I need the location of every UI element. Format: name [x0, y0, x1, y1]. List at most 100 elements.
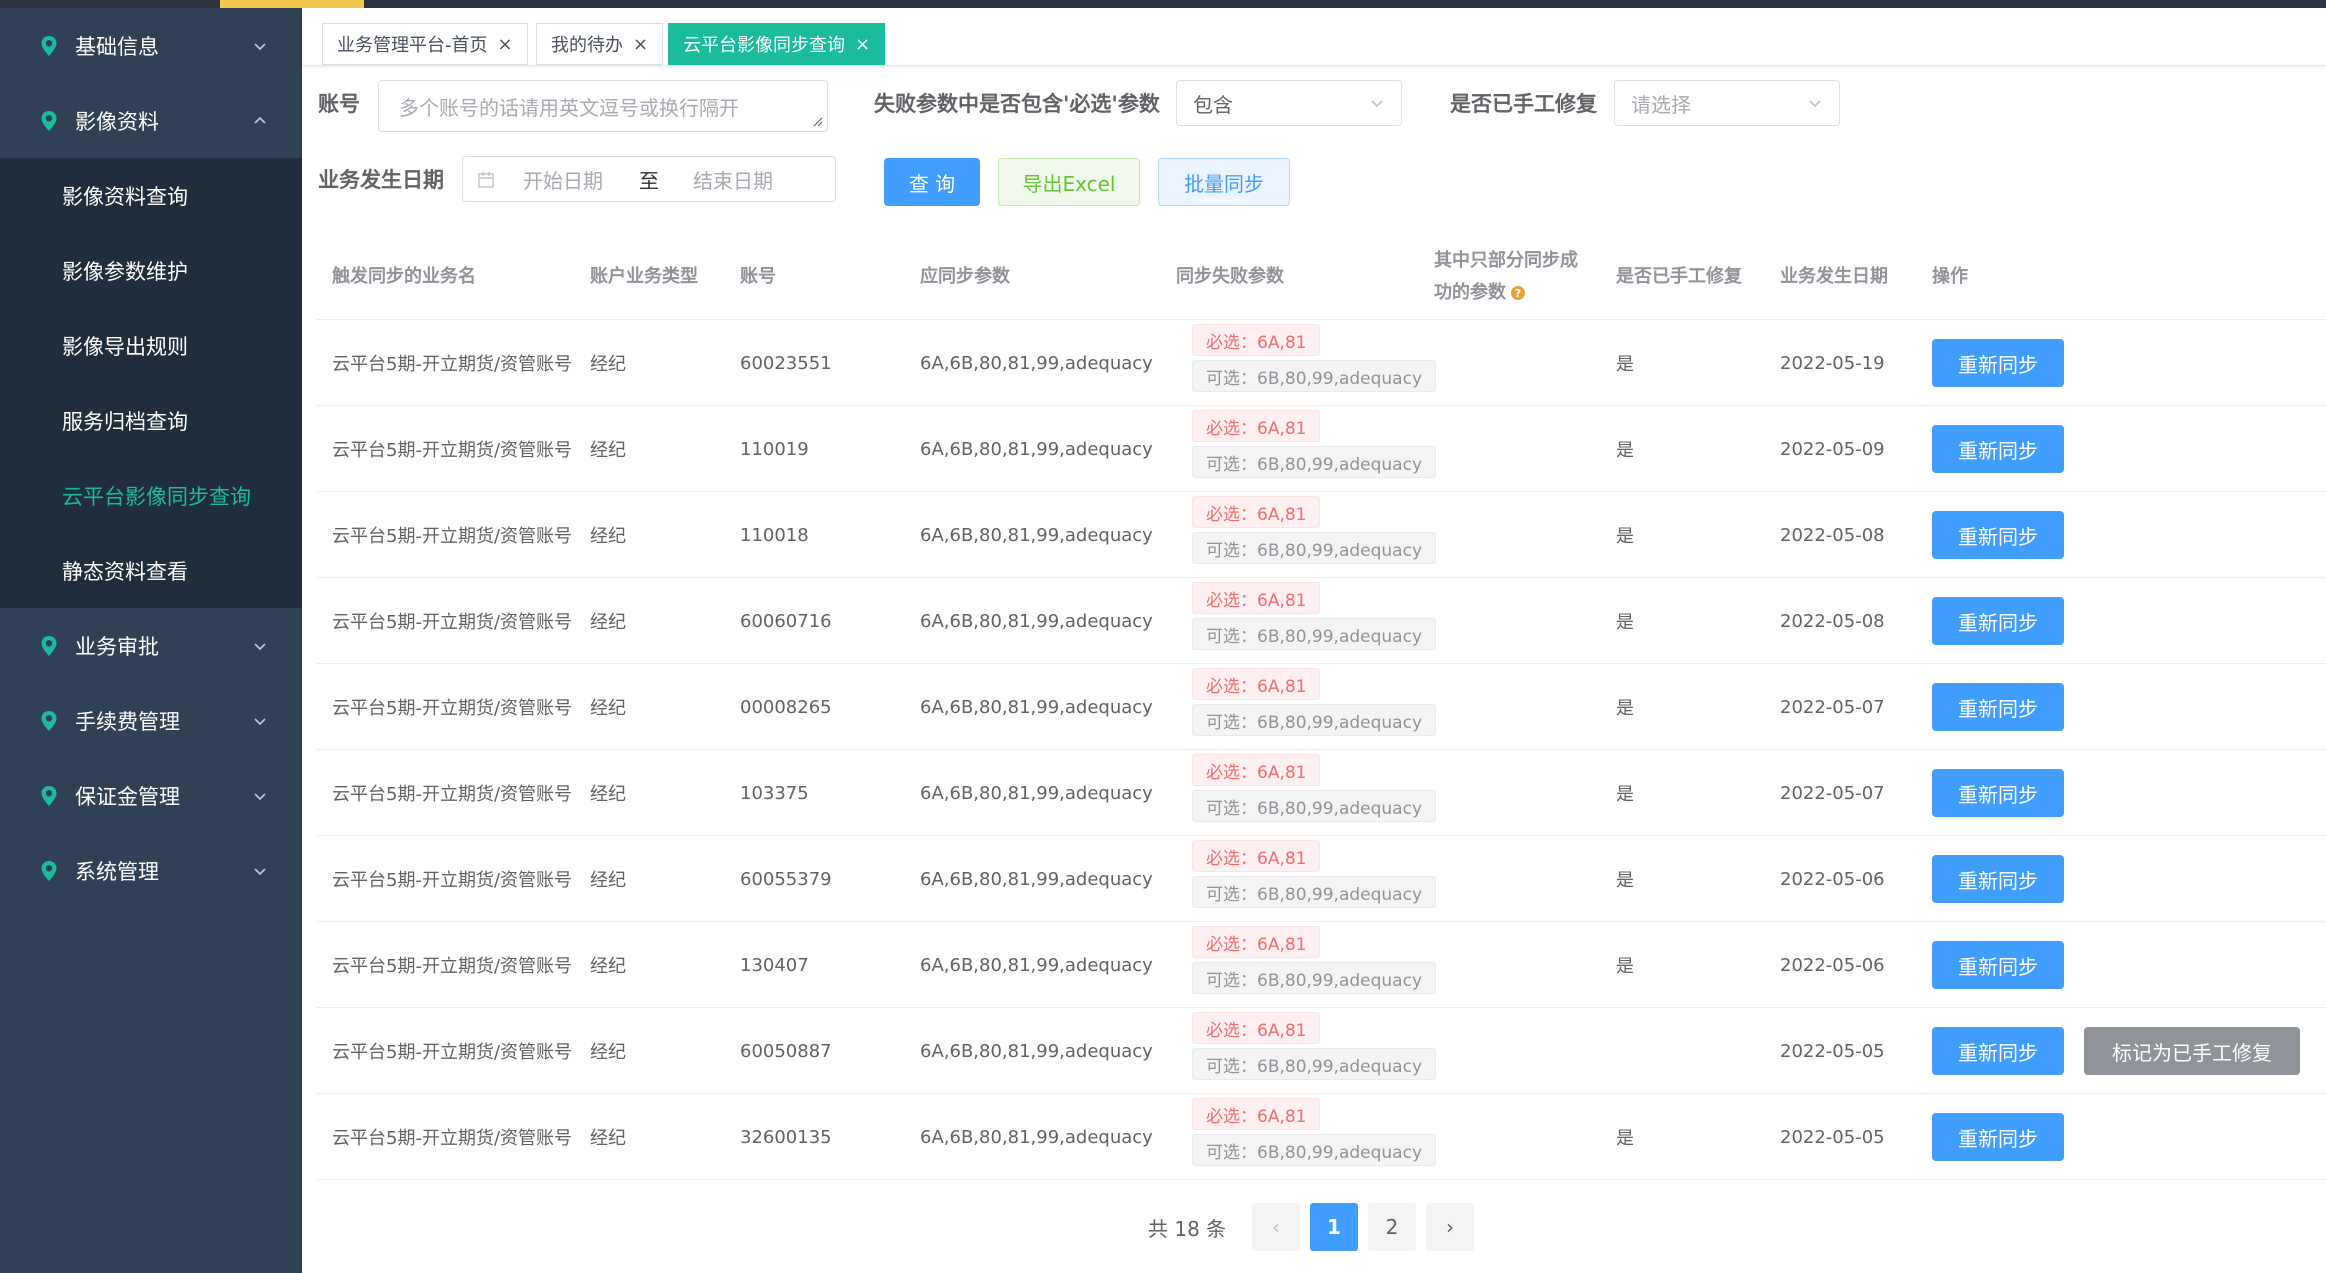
optional-params-tag: 可选：6B,80,99,adequacy	[1192, 790, 1437, 822]
resync-button[interactable]: 重新同步	[1932, 1113, 2064, 1161]
tab-home[interactable]: 业务管理平台-首页 ×	[322, 23, 528, 65]
sidebar-group-label: 影像资料	[75, 109, 159, 134]
cell-date: 2022-05-07	[1780, 696, 1885, 718]
cell-account: 32600135	[740, 1126, 832, 1148]
cell-should-params: 6A,6B,80,81,99,adequacy	[920, 610, 1153, 632]
resync-button[interactable]: 重新同步	[1932, 597, 2064, 645]
optional-params-tag: 可选：6B,80,99,adequacy	[1192, 962, 1437, 994]
cell-repaired: 是	[1616, 784, 1634, 805]
page-1-button[interactable]: 1	[1310, 1203, 1358, 1251]
resync-button[interactable]: 重新同步	[1932, 511, 2064, 559]
sidebar-item-5[interactable]: 静态资料查看	[0, 533, 302, 608]
col-failed-params: 同步失败参数	[1176, 266, 1284, 287]
sidebar-item-4[interactable]: 云平台影像同步查询	[0, 458, 302, 533]
sidebar-group-label: 业务审批	[75, 634, 159, 659]
date-start-placeholder: 开始日期	[523, 168, 603, 193]
cell-should-params: 6A,6B,80,81,99,adequacy	[920, 438, 1153, 460]
location-pin-icon	[41, 110, 57, 131]
location-pin-icon	[41, 635, 57, 656]
sidebar-group-1[interactable]: 影像资料	[0, 83, 302, 158]
cell-date: 2022-05-06	[1780, 868, 1885, 890]
chevron-down-icon	[1809, 100, 1821, 108]
resync-button[interactable]: 重新同步	[1932, 855, 2064, 903]
resync-button[interactable]: 重新同步	[1932, 769, 2064, 817]
failed-params-value: 包含	[1193, 92, 1233, 117]
account-textarea[interactable]: 多个账号的话请用英文逗号或换行隔开	[378, 80, 828, 132]
failed-params-select[interactable]: 包含	[1176, 80, 1402, 126]
main-content: 业务管理平台-首页 × 我的待办 × 云平台影像同步查询 × 账号 多个账号的话…	[302, 8, 2326, 1273]
resync-button[interactable]: 重新同步	[1932, 1027, 2064, 1075]
required-params-tag: 必选：6A,81	[1192, 840, 1321, 872]
sidebar-group-2[interactable]: 业务审批	[0, 608, 302, 683]
cell-repaired: 是	[1616, 698, 1634, 719]
sidebar-item-label: 服务归档查询	[62, 409, 188, 434]
cell-repaired: 是	[1616, 870, 1634, 891]
required-params-tag: 必选：6A,81	[1192, 324, 1321, 356]
date-range-picker[interactable]: 开始日期 至 结束日期	[462, 156, 836, 202]
sync-table: 触发同步的业务名 账户业务类型 账号 应同步参数 同步失败参数 其中只部分同步成…	[316, 234, 2326, 1180]
batch-sync-button[interactable]: 批量同步	[1158, 158, 1290, 206]
col-partial-line2-wrap: 功的参数 ?	[1434, 277, 1526, 309]
sidebar-item-1[interactable]: 影像参数维护	[0, 233, 302, 308]
close-icon[interactable]: ×	[855, 34, 870, 55]
table-row: 云平台5期-开立期货/资管账号 经纪 60060716 6A,6B,80,81,99,…	[316, 578, 2326, 664]
cell-account: 110019	[740, 438, 809, 460]
mark-repaired-button[interactable]: 标记为已手工修复	[2084, 1027, 2300, 1075]
app-root: 基础信息 影像资料 影像资料查询 影像参数维护 影像导出规则 服务归档查询 云平台影像同步查…	[0, 0, 2326, 1273]
close-icon[interactable]: ×	[498, 34, 513, 55]
sidebar-item-2[interactable]: 影像导出规则	[0, 308, 302, 383]
cell-account: 60023551	[740, 352, 832, 374]
required-params-tag: 必选：6A,81	[1192, 496, 1321, 528]
location-pin-icon	[41, 35, 57, 56]
close-icon[interactable]: ×	[633, 34, 648, 55]
page-2-button[interactable]: 2	[1368, 1203, 1416, 1251]
col-acct-type: 账户业务类型	[590, 266, 698, 287]
tab-label: 业务管理平台-首页	[337, 35, 488, 56]
cell-account: 60055379	[740, 868, 832, 890]
resync-button[interactable]: 重新同步	[1932, 941, 2064, 989]
failed-params-label: 失败参数中是否包含'必选'参数	[874, 92, 1160, 116]
cell-repaired: 是	[1616, 612, 1634, 633]
resync-button[interactable]: 重新同步	[1932, 683, 2064, 731]
tab-my-todo[interactable]: 我的待办 ×	[536, 23, 664, 65]
sidebar-item-3[interactable]: 服务归档查询	[0, 383, 302, 458]
col-partial-line1: 其中只部分同步成	[1434, 250, 1578, 271]
optional-params-tag: 可选：6B,80,99,adequacy	[1192, 704, 1437, 736]
question-icon[interactable]: ?	[1510, 285, 1526, 301]
sidebar-group-3[interactable]: 手续费管理	[0, 683, 302, 758]
export-excel-button[interactable]: 导出Excel	[998, 158, 1140, 206]
sidebar: 基础信息影像资料影像资料查询影像参数维护 影像导出规则服务归档查询云平台影像同步查…	[0, 8, 302, 1273]
sidebar-group-5[interactable]: 系统管理	[0, 833, 302, 908]
sidebar-group-4[interactable]: 保证金管理	[0, 758, 302, 833]
cell-repaired: 是	[1616, 354, 1634, 375]
optional-params-tag: 可选：6B,80,99,adequacy	[1192, 876, 1437, 908]
repaired-select[interactable]: 请选择	[1614, 80, 1840, 126]
table-body: 云平台5期-开立期货/资管账号 经纪 60023551 6A,6B,80,81,99,…	[316, 320, 2326, 1180]
sidebar-item-label: 影像资料查询	[62, 184, 188, 209]
cell-biz-name: 云平台5期-开立期货/资管账号	[332, 1128, 573, 1149]
chevron-down-icon	[254, 717, 266, 725]
sidebar-group-0[interactable]: 基础信息	[0, 8, 302, 83]
chevron-down-icon	[254, 792, 266, 800]
chevron-down-icon	[254, 867, 266, 875]
chevron-down-icon	[254, 42, 266, 50]
tab-cloud-image-sync[interactable]: 云平台影像同步查询 ×	[668, 23, 886, 65]
date-end-placeholder: 结束日期	[693, 168, 773, 193]
account-label: 账号	[318, 92, 360, 116]
prev-page-button[interactable]: ‹	[1252, 1203, 1300, 1251]
chevron-down-icon	[1371, 100, 1383, 108]
next-page-button[interactable]: ›	[1426, 1203, 1474, 1251]
cell-account: 60060716	[740, 610, 832, 632]
location-pin-icon	[41, 860, 57, 881]
resync-button[interactable]: 重新同步	[1932, 339, 2064, 387]
resync-button[interactable]: 重新同步	[1932, 425, 2064, 473]
cell-biz-name: 云平台5期-开立期货/资管账号	[332, 1042, 573, 1063]
optional-params-tag: 可选：6B,80,99,adequacy	[1192, 618, 1437, 650]
sidebar-item-0[interactable]: 影像资料查询	[0, 158, 302, 233]
resize-handle-icon[interactable]	[813, 117, 823, 127]
cell-biz-name: 云平台5期-开立期货/资管账号	[332, 870, 573, 891]
sidebar-item-label: 云平台影像同步查询	[62, 484, 251, 509]
cell-repaired: 是	[1616, 956, 1634, 977]
top-bar	[0, 0, 2326, 8]
query-button[interactable]: 查 询	[884, 158, 980, 206]
